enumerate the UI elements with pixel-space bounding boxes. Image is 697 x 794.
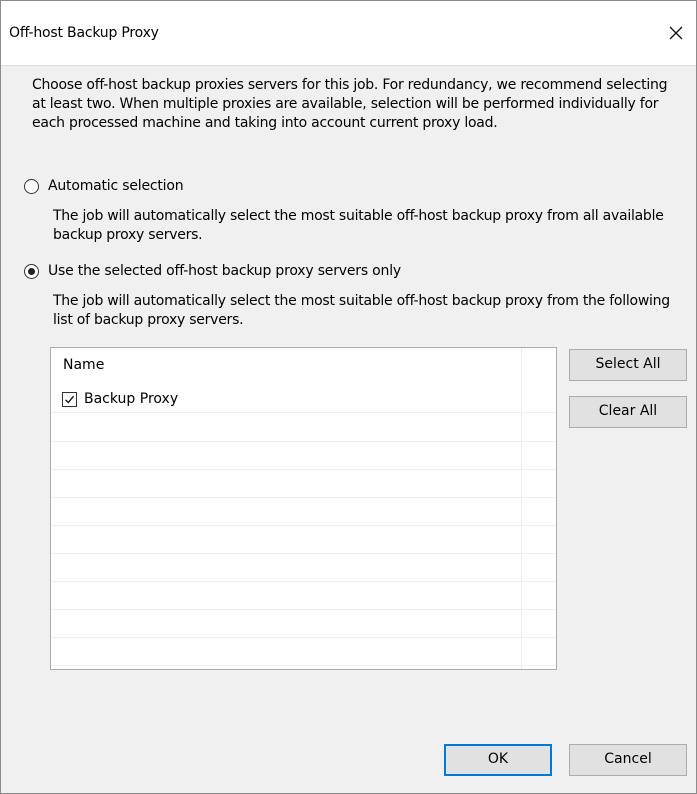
empty-row: [51, 470, 556, 498]
empty-row: [51, 498, 556, 526]
clear-all-button[interactable]: Clear All: [569, 396, 687, 428]
ok-label: OK: [487, 751, 509, 767]
backup-proxy-checkbox[interactable]: [62, 391, 77, 407]
empty-row: [51, 638, 556, 666]
cancel-button[interactable]: Cancel: [569, 744, 687, 776]
automatic-selection-option[interactable]: Automatic selection: [24, 178, 184, 194]
intro-text: Choose off-host backup proxies servers f…: [32, 77, 668, 131]
close-icon: [669, 26, 683, 40]
select-all-button[interactable]: Select All: [569, 349, 687, 381]
select-all-label: Select All: [595, 356, 661, 372]
empty-row: [51, 582, 556, 610]
column-header-name[interactable]: Name: [51, 348, 522, 380]
checkmark-icon: [65, 395, 75, 403]
empty-row: [51, 414, 556, 442]
empty-row: [51, 610, 556, 638]
off-host-backup-proxy-dialog: Off-host Backup Proxy Choose off-host ba…: [0, 0, 697, 794]
empty-row: [51, 442, 556, 470]
dialog-title: Off-host Backup Proxy: [9, 25, 159, 41]
empty-row: [51, 526, 556, 554]
selected-proxies-description: The job will automatically select the mo…: [53, 293, 670, 328]
cancel-label: Cancel: [604, 751, 652, 767]
ok-button[interactable]: OK: [444, 744, 552, 776]
automatic-selection-radio[interactable]: [24, 178, 39, 194]
empty-row: [51, 554, 556, 582]
title-bar: Off-host Backup Proxy: [1, 1, 696, 66]
automatic-selection-description: The job will automatically select the mo…: [53, 208, 664, 243]
selected-proxies-label: Use the selected off-host backup proxy s…: [48, 263, 401, 279]
proxy-list[interactable]: Name Backup Proxy: [50, 347, 557, 670]
selected-proxies-option[interactable]: Use the selected off-host backup proxy s…: [24, 263, 401, 279]
selected-proxies-radio[interactable]: [24, 263, 39, 279]
automatic-selection-label: Automatic selection: [48, 178, 184, 194]
close-button[interactable]: [662, 19, 690, 47]
clear-all-label: Clear All: [598, 403, 658, 419]
list-item[interactable]: Backup Proxy: [51, 385, 556, 413]
column-header-label: Name: [63, 357, 105, 373]
backup-proxy-label: Backup Proxy: [84, 391, 179, 407]
